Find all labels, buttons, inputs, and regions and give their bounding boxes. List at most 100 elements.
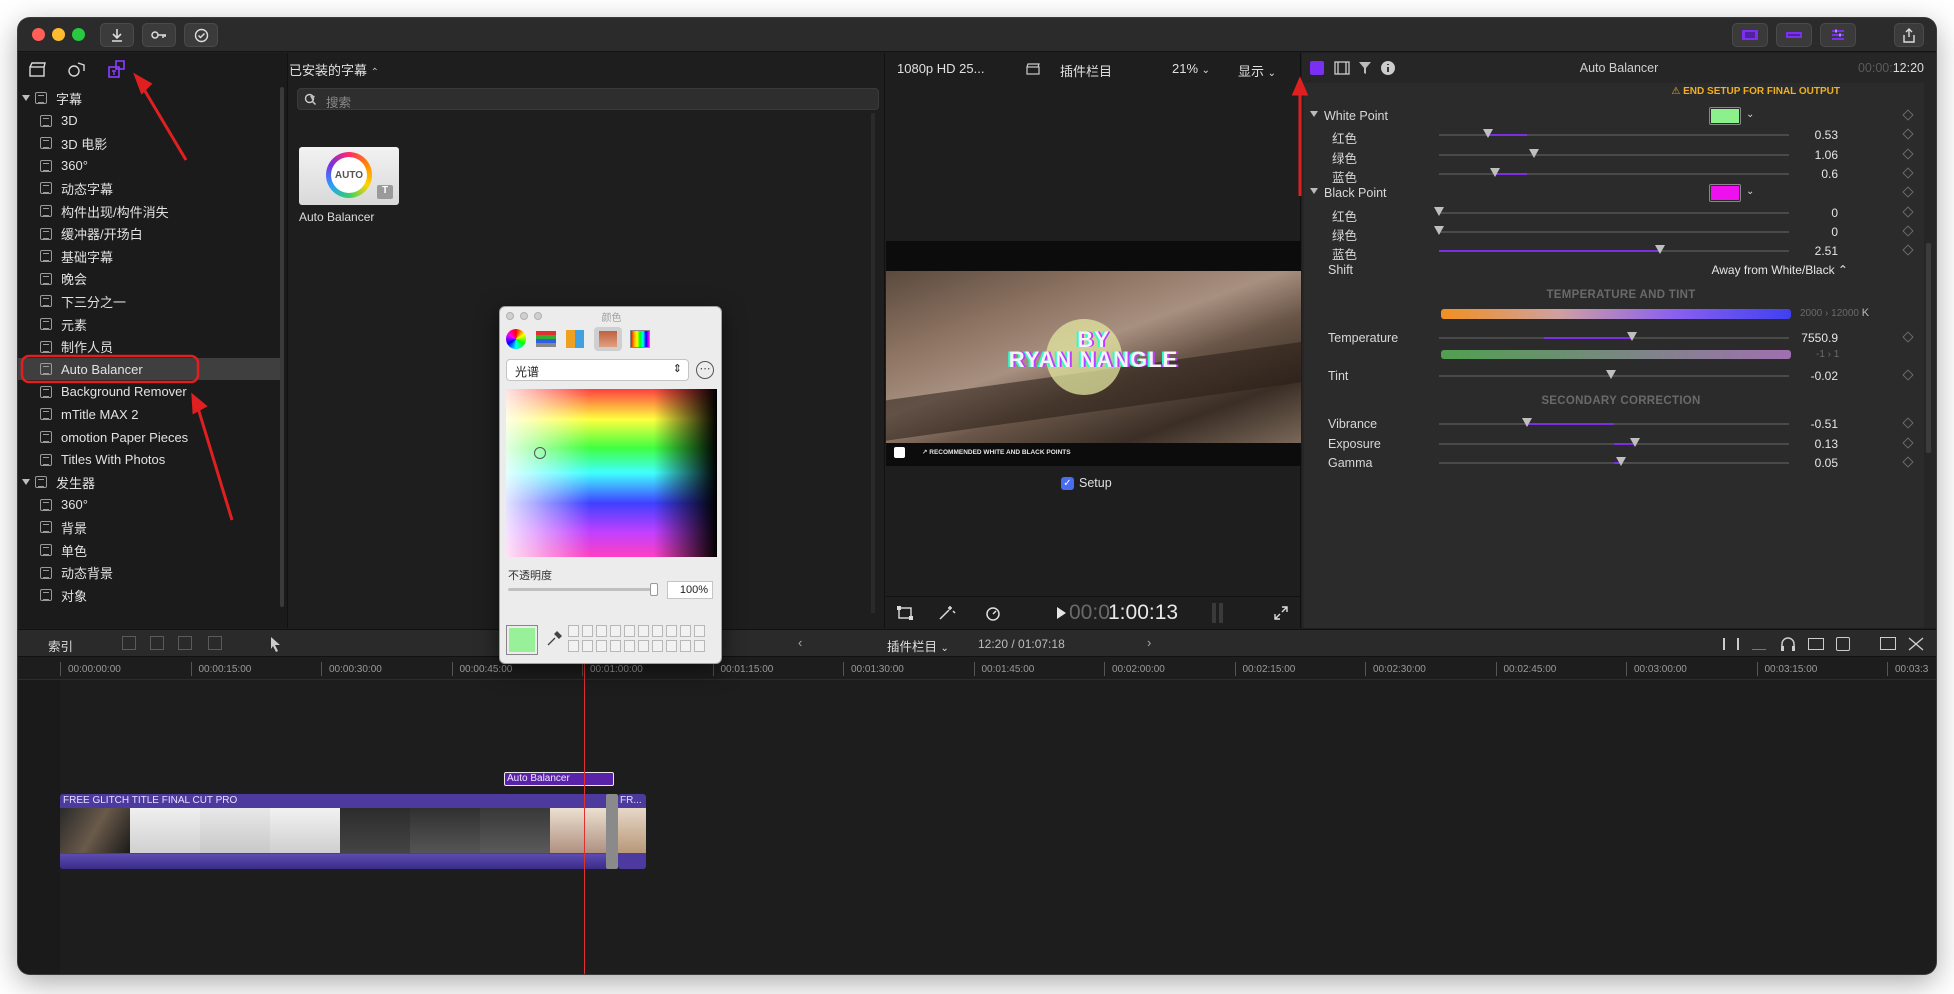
param-value[interactable]: -0.02 — [1778, 369, 1838, 383]
empty-swatch[interactable] — [582, 625, 593, 637]
sidebar-item[interactable]: 下三分之一 — [18, 290, 280, 312]
empty-swatch[interactable] — [666, 640, 677, 652]
param-slider[interactable] — [1439, 418, 1789, 428]
shift-popup[interactable]: Away from White/Black ⌃ — [1711, 263, 1848, 277]
previous-arrow-icon[interactable]: ‹ — [798, 635, 802, 650]
sidebar-item[interactable]: 制作人员 — [18, 336, 280, 358]
keyframe-icon[interactable] — [1902, 244, 1914, 256]
minimize-window-button[interactable] — [52, 28, 65, 41]
sidebar-section-0[interactable]: 字幕 — [18, 87, 280, 109]
solo-icon[interactable] — [1808, 638, 1824, 650]
speed-icon[interactable] — [984, 605, 1002, 621]
empty-swatch[interactable] — [638, 640, 649, 652]
slider-knob[interactable] — [1626, 332, 1637, 342]
sidebar-item[interactable]: 缓冲器/开场白 — [18, 223, 280, 245]
sidebar-item[interactable]: omotion Paper Pieces — [18, 426, 280, 448]
search-input[interactable]: ▾ 搜索 — [297, 88, 879, 110]
sidebar-section-1[interactable]: 发生器 — [18, 471, 280, 493]
param-slider[interactable] — [1439, 370, 1789, 380]
eyedropper-icon[interactable] — [546, 631, 562, 647]
video-canvas[interactable]: BY RYAN NANGLE ↗ RECOMMENDED WHITE AND B… — [886, 241, 1301, 466]
color-palettes-icon[interactable] — [566, 330, 584, 348]
chevron-down-icon[interactable]: ⌄ — [1746, 186, 1754, 197]
empty-swatch[interactable] — [568, 625, 579, 637]
keyframe-icon[interactable] — [1902, 456, 1914, 468]
sidebar-item[interactable]: 360° — [18, 494, 280, 516]
sidebar-item[interactable]: 构件出现/构件消失 — [18, 200, 280, 222]
param-value[interactable]: 0.05 — [1778, 456, 1838, 470]
keyframe-icon[interactable] — [1902, 369, 1914, 382]
param-value[interactable]: 1.06 — [1778, 148, 1838, 162]
opacity-knob[interactable] — [650, 583, 658, 596]
empty-swatch[interactable] — [694, 625, 705, 637]
opacity-slider[interactable] — [508, 583, 658, 596]
sidebar-scrollbar[interactable] — [280, 87, 284, 607]
append-clip-icon[interactable] — [178, 636, 192, 650]
timeline-index-icon[interactable] — [1908, 637, 1924, 651]
more-options-icon[interactable]: ⋯ — [696, 361, 714, 379]
param-row[interactable]: Temperature 7550.9 — [1304, 327, 1936, 349]
slider-knob[interactable] — [1490, 167, 1500, 177]
inspector-scrollbar[interactable] — [1926, 243, 1931, 453]
spectrum-area[interactable] — [506, 389, 717, 557]
param-value[interactable]: 0 — [1778, 206, 1838, 220]
empty-swatch[interactable] — [652, 625, 663, 637]
playhead[interactable] — [584, 658, 585, 974]
setup-checkbox[interactable]: ✓ — [1061, 477, 1074, 490]
keyframe-icon[interactable] — [1902, 205, 1914, 218]
param-row[interactable]: Gamma 0.05 — [1304, 452, 1936, 474]
insert-clip-icon[interactable] — [150, 636, 164, 650]
param-slider[interactable] — [1439, 148, 1789, 158]
disclosure-triangle-icon[interactable] — [1310, 188, 1318, 195]
param-value[interactable]: -0.51 — [1778, 417, 1838, 431]
overwrite-clip-icon[interactable] — [208, 636, 222, 650]
param-value[interactable]: 2.51 — [1778, 244, 1838, 258]
connect-clip-icon[interactable] — [122, 636, 136, 650]
param-slider[interactable] — [1439, 129, 1789, 139]
shift-row[interactable]: Shift Away from White/Black ⌃ — [1304, 259, 1936, 281]
sidebar-item[interactable]: 单色 — [18, 539, 280, 561]
second-clip[interactable]: FR... — [618, 794, 646, 869]
param-slider[interactable] — [1434, 206, 1789, 216]
overlay-checkbox[interactable] — [894, 447, 905, 458]
headphones-icon[interactable] — [1780, 636, 1796, 652]
empty-swatch[interactable] — [596, 625, 607, 637]
auto-balancer-thumbnail[interactable]: AUTO T — [299, 147, 399, 205]
sidebar-item[interactable]: Titles With Photos — [18, 449, 280, 471]
param-value[interactable]: 0.53 — [1778, 128, 1838, 142]
palette-mode-select[interactable]: 光谱 ⇕ — [506, 359, 689, 381]
empty-swatch[interactable] — [680, 640, 691, 652]
keyframe-icon[interactable] — [1902, 147, 1914, 160]
color-well[interactable] — [1709, 184, 1741, 203]
sidebar-item[interactable]: 动态背景 — [18, 562, 280, 584]
slider-knob[interactable] — [1434, 206, 1444, 216]
sidebar-item[interactable]: 3D 电影 — [18, 132, 280, 154]
param-value[interactable]: 0 — [1778, 225, 1838, 239]
tab-libraries[interactable] — [24, 57, 50, 81]
param-slider[interactable] — [1439, 437, 1789, 447]
sidebar-item[interactable]: Auto Balancer — [18, 358, 280, 381]
param-row[interactable]: Tint -0.02 — [1304, 365, 1936, 387]
project-menu[interactable]: 插件栏目 ⌄ — [887, 636, 949, 655]
slider-knob[interactable] — [1630, 437, 1640, 447]
keyframe-icon[interactable] — [1902, 417, 1914, 430]
empty-swatch[interactable] — [652, 640, 663, 652]
empty-swatch[interactable] — [694, 640, 705, 652]
sidebar-item[interactable]: 背景 — [18, 516, 280, 538]
color-wheel-icon[interactable] — [506, 329, 526, 349]
fullscreen-icon[interactable] — [1274, 606, 1288, 620]
param-slider[interactable] — [1439, 245, 1789, 255]
tab-titles-generators[interactable] — [104, 57, 130, 81]
opacity-field[interactable]: 100% — [667, 581, 713, 599]
current-color-swatch[interactable] — [506, 625, 538, 655]
empty-swatch[interactable] — [680, 625, 691, 637]
sidebar-item[interactable]: 元素 — [18, 313, 280, 335]
color-well[interactable] — [1709, 107, 1741, 125]
clip-trim-handle[interactable] — [606, 794, 618, 869]
play-icon[interactable] — [1056, 607, 1066, 619]
sidebar-item[interactable]: 基础字幕 — [18, 245, 280, 267]
image-palettes-tab[interactable] — [594, 327, 622, 351]
show-browser-button[interactable] — [1732, 23, 1768, 47]
slider-knob[interactable] — [1434, 225, 1444, 235]
disclosure-triangle-icon[interactable] — [22, 479, 30, 486]
